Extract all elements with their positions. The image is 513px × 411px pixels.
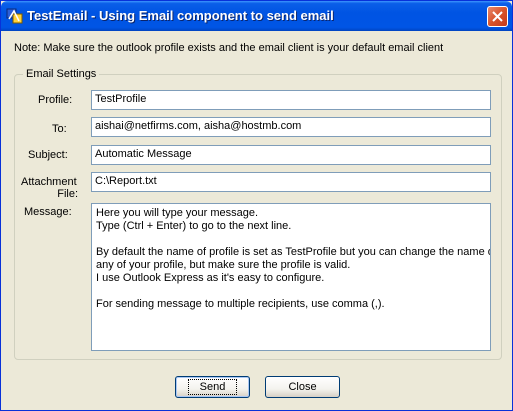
window-title: TestEmail - Using Email component to sen…	[27, 8, 334, 23]
email-settings-group: Email Settings Profile: TestProfile To: …	[14, 68, 502, 360]
to-label: To:	[52, 123, 67, 135]
attachment-label-line1: Attachment	[21, 176, 77, 188]
profile-label: Profile:	[38, 94, 73, 106]
message-line: any of your profile, but make sure the p…	[96, 259, 351, 271]
message-line: Type (Ctrl + Enter) to go to the next li…	[96, 220, 292, 232]
attachment-label-line2: File:	[57, 188, 78, 200]
message-textarea[interactable]: Here you will type your message. Type (C…	[91, 203, 491, 351]
message-label: Message:	[24, 206, 72, 218]
close-button[interactable]: Close	[265, 376, 340, 398]
send-button[interactable]: Send	[175, 376, 250, 398]
message-line: I use Outlook Express as it's easy to co…	[96, 272, 325, 284]
email-settings-label: Email Settings	[23, 68, 100, 80]
message-line: By default the name of profile is set as…	[96, 246, 491, 258]
profile-input[interactable]: TestProfile	[91, 90, 491, 110]
subject-input[interactable]: Automatic Message	[91, 145, 491, 165]
note-text: Note: Make sure the outlook profile exis…	[14, 42, 444, 54]
send-button-label: Send	[187, 379, 238, 395]
title-bar[interactable]: TestEmail - Using Email component to sen…	[1, 1, 512, 31]
message-line	[96, 285, 486, 298]
subject-label: Subject:	[28, 149, 68, 161]
attachment-file-input[interactable]: C:\Report.txt	[91, 172, 491, 192]
email-dialog-window: TestEmail - Using Email component to sen…	[0, 0, 513, 411]
message-line: For sending message to multiple recipien…	[96, 298, 385, 310]
message-line	[96, 233, 486, 246]
dialog-client-area: Note: Make sure the outlook profile exis…	[4, 31, 509, 408]
close-icon	[492, 11, 503, 22]
app-icon	[6, 7, 24, 25]
to-input[interactable]: aishai@netfirms.com, aisha@hostmb.com	[91, 117, 491, 137]
message-line: Here you will type your message.	[96, 207, 259, 219]
close-window-button[interactable]	[487, 6, 508, 27]
